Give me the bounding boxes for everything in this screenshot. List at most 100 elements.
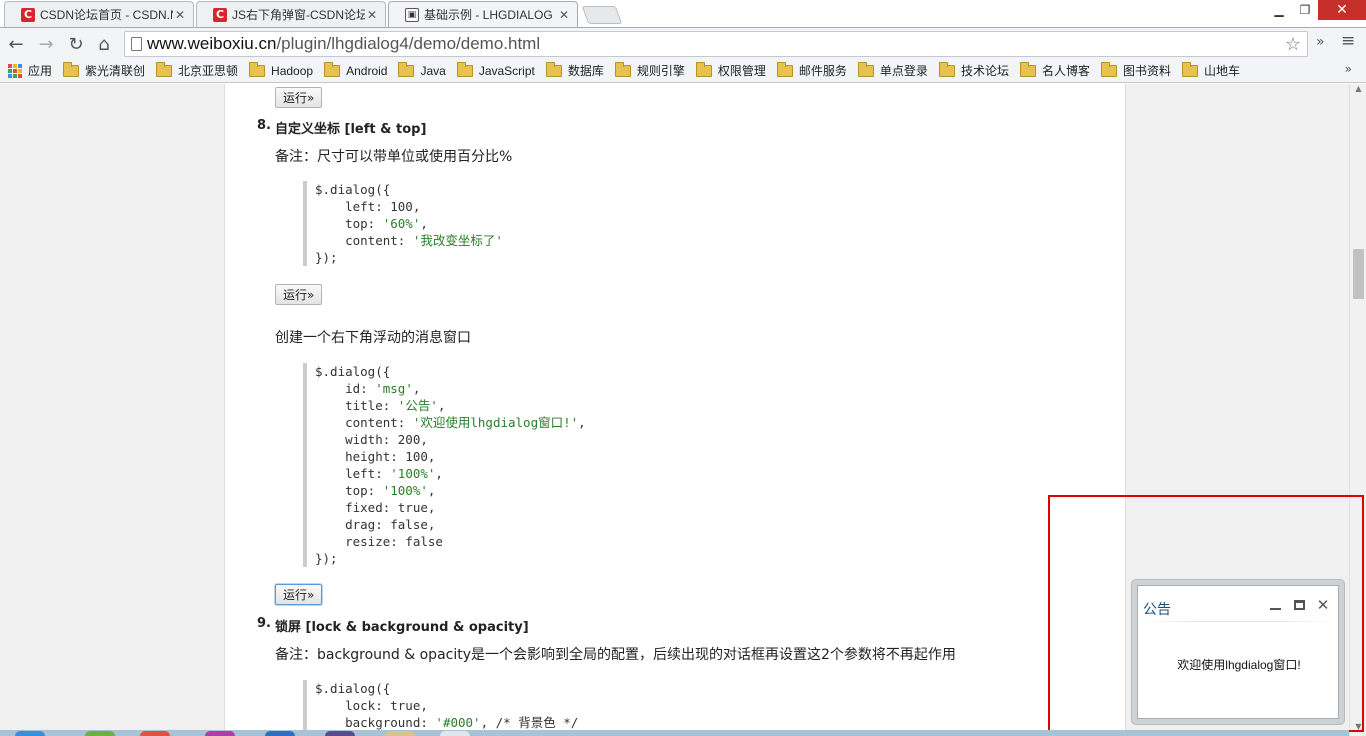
bookmarks-more-icon[interactable]: »	[1345, 62, 1352, 76]
folder-icon	[695, 61, 712, 77]
section-title: 锁屏 [lock & background & opacity]	[275, 620, 529, 635]
back-icon[interactable]: ←	[4, 32, 28, 56]
close-icon[interactable]: ✕	[1314, 596, 1332, 614]
window-minimize-button[interactable]: ▁	[1266, 0, 1292, 20]
tab-close-icon[interactable]: ✕	[557, 8, 571, 22]
code-line: top: '60%',	[315, 216, 428, 231]
dialog-frame: 公告 ✕ 欢迎使用lhgdialog窗口!	[1137, 585, 1339, 719]
tab-lhgdialog-demo[interactable]: ▣ 基础示例 - LHGDIALOG ✕	[388, 1, 578, 27]
forward-icon[interactable]: →	[34, 32, 58, 56]
code-line: width: 200,	[315, 432, 428, 447]
content-column: 运行» 8. 自定义坐标 [left & top] 备注：尺寸可以带单位或使用百…	[224, 84, 1126, 736]
bookmark-folder[interactable]: 紫光清联创	[63, 61, 146, 79]
taskbar-app-icon[interactable]	[385, 731, 415, 736]
code-block: $.dialog({ id: 'msg', title: '公告', conte…	[303, 363, 953, 567]
folder-icon	[249, 61, 266, 77]
bookmark-apps[interactable]: 应用	[8, 62, 52, 79]
dialog-divider	[1142, 621, 1334, 622]
msg-heading: 创建一个右下角浮动的消息窗口	[275, 330, 471, 346]
dialog-controls: ✕	[1266, 596, 1332, 614]
tab-csdn-home[interactable]: C CSDN论坛首页 - CSDN.N ✕	[4, 1, 194, 27]
scroll-up-icon[interactable]: ▲	[1350, 84, 1366, 98]
run-button[interactable]: 运行»	[275, 87, 323, 108]
folder-icon	[1019, 61, 1036, 77]
taskbar-app-icon[interactable]	[325, 731, 355, 736]
code-line: fixed: true,	[315, 500, 436, 515]
section-number: 8.	[257, 118, 271, 133]
code-line: left: 100,	[315, 199, 421, 214]
address-bar[interactable]: www.weiboxiu.cn/plugin/lhgdialog4/demo/d…	[124, 31, 1308, 57]
section-note: 备注：尺寸可以带单位或使用百分比%	[275, 149, 513, 165]
bookmark-folder[interactable]: JavaScript	[456, 61, 535, 78]
new-tab-button[interactable]	[581, 6, 623, 24]
bookmark-folder[interactable]: 技术论坛	[938, 61, 1009, 79]
code-line: background: '#000', /* 背景色 */	[315, 715, 579, 730]
os-taskbar	[0, 730, 1349, 736]
bookmark-folder[interactable]: 单点登录	[857, 61, 928, 79]
folder-icon	[1181, 61, 1198, 77]
code-line: lock: true,	[315, 698, 428, 713]
bookmark-label: 权限管理	[717, 64, 766, 78]
bookmark-label: Java	[420, 63, 446, 78]
reload-icon[interactable]: ↻	[64, 32, 88, 56]
tab-label: JS右下角弹窗-CSDN论坛	[232, 8, 365, 22]
window-close-button[interactable]: ✕	[1318, 0, 1366, 20]
bookmark-label: 图书资料	[1122, 64, 1171, 78]
run-button[interactable]: 运行»	[275, 284, 323, 305]
code-line: drag: false,	[315, 517, 436, 532]
taskbar-app-icon[interactable]	[85, 731, 115, 736]
bookmark-label: 紫光清联创	[85, 64, 146, 78]
extensions-more-icon[interactable]: »	[1316, 34, 1325, 50]
code-line: content: '欢迎使用lhgdialog窗口!',	[315, 415, 586, 430]
home-icon[interactable]: ⌂	[92, 32, 116, 56]
taskbar-app-icon[interactable]	[15, 731, 45, 736]
tab-close-icon[interactable]: ✕	[365, 8, 379, 22]
star-icon[interactable]: ☆	[1285, 34, 1301, 55]
code-line: left: '100%',	[315, 466, 443, 481]
bookmark-label: 技术论坛	[960, 64, 1009, 78]
tab-close-icon[interactable]: ✕	[173, 8, 187, 22]
bookmark-folder[interactable]: 山地车	[1181, 61, 1240, 79]
bookmark-label: 规则引擎	[636, 64, 685, 78]
taskbar-app-icon[interactable]	[265, 731, 295, 736]
section-title: 自定义坐标 [left & top]	[275, 122, 427, 137]
code-line: top: '100%',	[315, 483, 436, 498]
bookmark-folder[interactable]: 规则引擎	[614, 61, 685, 79]
code-line: height: 100,	[315, 449, 436, 464]
run-msg-button[interactable]: 运行»	[275, 584, 323, 605]
code-line: $.dialog({	[315, 681, 391, 696]
bookmark-folder[interactable]: 数据库	[545, 61, 604, 79]
folder-icon	[857, 61, 874, 77]
section-note: 备注：background & opacity是一个会影响到全局的配置，后续出现…	[275, 647, 956, 663]
taskbar-app-icon[interactable]	[140, 731, 170, 736]
tab-csdn-thread[interactable]: C JS右下角弹窗-CSDN论坛 ✕	[196, 1, 386, 27]
bookmark-label: 邮件服务	[798, 64, 847, 78]
code-line: title: '公告',	[315, 398, 446, 413]
bookmark-folder[interactable]: Hadoop	[249, 61, 313, 78]
code-line: });	[315, 551, 338, 566]
taskbar-app-icon[interactable]	[440, 731, 470, 736]
bookmark-folder[interactable]: 名人博客	[1019, 61, 1090, 79]
bookmark-folder[interactable]: 北京亚思顿	[156, 61, 238, 79]
minimize-icon[interactable]	[1266, 596, 1284, 614]
scroll-thumb[interactable]	[1353, 249, 1364, 299]
bookmark-folder[interactable]: Android	[324, 61, 387, 78]
bookmark-folder[interactable]: 权限管理	[695, 61, 766, 79]
menu-icon[interactable]: ≡	[1341, 31, 1355, 51]
window-restore-button[interactable]: ❐	[1292, 0, 1318, 20]
notice-dialog: 公告 ✕ 欢迎使用lhgdialog窗口!	[1131, 579, 1345, 725]
taskbar-app-icon[interactable]	[205, 731, 235, 736]
bookmark-folder[interactable]: 邮件服务	[776, 61, 847, 79]
folder-icon	[156, 61, 173, 77]
folder-icon	[1100, 61, 1117, 77]
bookmark-label: 名人博客	[1041, 64, 1090, 78]
bookmark-label: 数据库	[567, 64, 604, 78]
section-number: 9.	[257, 616, 271, 631]
scroll-down-icon[interactable]: ▼	[1350, 722, 1366, 736]
maximize-icon[interactable]	[1290, 596, 1308, 614]
folder-icon	[545, 61, 562, 77]
bookmark-folder[interactable]: 图书资料	[1100, 61, 1171, 79]
folder-icon	[456, 61, 473, 77]
vertical-scrollbar[interactable]: ▲ ▼	[1349, 84, 1366, 736]
bookmark-folder[interactable]: Java	[398, 61, 446, 78]
